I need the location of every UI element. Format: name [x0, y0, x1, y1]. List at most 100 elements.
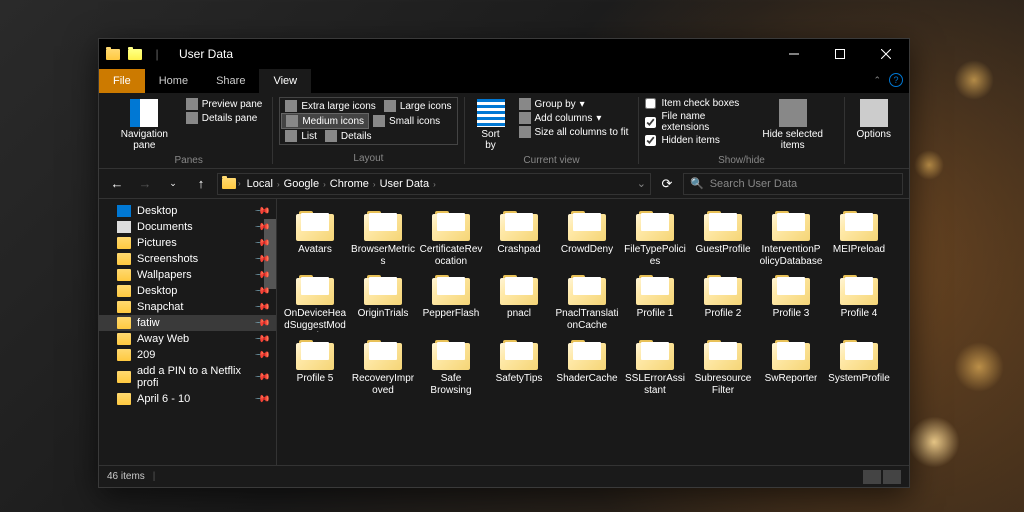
tab-file[interactable]: File — [99, 69, 145, 93]
showhide-group-label: Show/hide — [645, 153, 837, 166]
folder-item[interactable]: CrowdDeny — [553, 207, 621, 271]
group-by-button[interactable]: Group by ▾ — [515, 97, 633, 111]
tab-home[interactable]: Home — [145, 69, 202, 93]
folder-icon — [840, 340, 878, 370]
hide-selected-button[interactable]: Hide selected items — [748, 97, 838, 153]
sidebar-item[interactable]: add a PIN to a Netflix profi📌 — [99, 363, 276, 391]
folder-icon — [117, 237, 131, 249]
layout-md[interactable]: Medium icons — [281, 113, 369, 129]
layout-sm[interactable]: Small icons — [369, 113, 444, 129]
folder-item[interactable]: SSLErrorAssistant — [621, 336, 689, 400]
folder-item[interactable]: Safe Browsing — [417, 336, 485, 400]
layout-list[interactable]: List — [281, 129, 321, 143]
sidebar-item[interactable]: Documents📌 — [99, 219, 276, 235]
folder-item[interactable]: Subresource Filter — [689, 336, 757, 400]
desktop-icon — [117, 205, 131, 217]
breadcrumb[interactable]: Chrome — [326, 178, 373, 190]
item-checkboxes-toggle[interactable]: Item check boxes — [645, 97, 743, 110]
file-extensions-toggle[interactable]: File name extensions — [645, 110, 743, 134]
folder-item[interactable]: Profile 4 — [825, 271, 893, 336]
breadcrumb[interactable]: User Data — [376, 178, 434, 190]
refresh-button[interactable]: ⟳ — [655, 172, 679, 196]
sidebar-item-label: April 6 - 10 — [137, 393, 190, 405]
sidebar-item[interactable]: 209📌 — [99, 347, 276, 363]
view-details-icon[interactable] — [863, 470, 881, 484]
folder-item[interactable]: Profile 1 — [621, 271, 689, 336]
sort-by-button[interactable]: Sort by — [471, 97, 511, 153]
sidebar-item[interactable]: Wallpapers📌 — [99, 267, 276, 283]
folder-item[interactable]: SwReporter — [757, 336, 825, 400]
folder-item[interactable]: Profile 2 — [689, 271, 757, 336]
layout-xl[interactable]: Extra large icons — [281, 99, 379, 113]
sidebar-item[interactable]: Screenshots📌 — [99, 251, 276, 267]
folder-item[interactable]: FileTypePolicies — [621, 207, 689, 271]
minimize-button[interactable] — [771, 39, 817, 69]
folder-item[interactable]: Avatars — [281, 207, 349, 271]
pin-icon: 📌 — [253, 347, 270, 364]
folder-icon — [704, 211, 742, 241]
pin-icon: 📌 — [253, 391, 270, 408]
folder-item[interactable]: CertificateRevocation — [417, 207, 485, 271]
ribbon-tabs: File Home Share View ⌃ ? — [99, 69, 909, 93]
up-button[interactable]: ↑ — [189, 172, 213, 196]
address-field[interactable]: › Local›Google›Chrome›User Data› ⌄ — [217, 173, 651, 195]
folder-item[interactable]: BrowserMetrics — [349, 207, 417, 271]
sidebar-item[interactable]: Away Web📌 — [99, 331, 276, 347]
details-pane-button[interactable]: Details pane — [182, 111, 267, 125]
folder-icon — [500, 340, 538, 370]
breadcrumb[interactable]: Local — [243, 178, 277, 190]
options-button[interactable]: Options — [851, 97, 897, 142]
sidebar-item[interactable]: Desktop📌 — [99, 203, 276, 219]
close-button[interactable] — [863, 39, 909, 69]
tab-share[interactable]: Share — [202, 69, 259, 93]
address-dropdown-icon[interactable]: ⌄ — [637, 177, 646, 190]
qat-icon[interactable] — [127, 46, 143, 62]
chevron-right-icon[interactable]: › — [433, 180, 436, 189]
folder-icon — [432, 340, 470, 370]
sidebar-item[interactable]: Snapchat📌 — [99, 299, 276, 315]
folder-item[interactable]: MEIPreload — [825, 207, 893, 271]
folder-item[interactable]: Profile 3 — [757, 271, 825, 336]
sidebar-item[interactable]: fatiw📌 — [99, 315, 276, 331]
breadcrumb[interactable]: Google — [280, 178, 323, 190]
search-field[interactable]: 🔍 Search User Data — [683, 173, 903, 195]
folder-item[interactable]: OnDeviceHeadSuggestModel — [281, 271, 349, 336]
sidebar-item[interactable]: Desktop📌 — [99, 283, 276, 299]
folder-item[interactable]: pnacl — [485, 271, 553, 336]
folder-icon — [117, 393, 131, 405]
preview-pane-button[interactable]: Preview pane — [182, 97, 267, 111]
folder-item[interactable]: SafetyTips — [485, 336, 553, 400]
folder-item[interactable]: OriginTrials — [349, 271, 417, 336]
layout-details[interactable]: Details — [321, 129, 376, 143]
folder-item[interactable]: SystemProfile — [825, 336, 893, 400]
recent-button[interactable]: ⌄ — [161, 172, 185, 196]
collapse-ribbon-icon[interactable]: ⌃ — [873, 75, 881, 86]
folder-label: Profile 5 — [297, 373, 334, 385]
folder-item[interactable]: Profile 5 — [281, 336, 349, 400]
content-area[interactable]: AvatarsBrowserMetricsCertificateRevocati… — [277, 199, 909, 465]
view-icons-icon[interactable] — [883, 470, 901, 484]
folder-item[interactable]: GuestProfile — [689, 207, 757, 271]
folder-item[interactable]: PnaclTranslationCache — [553, 271, 621, 336]
folder-icon — [704, 340, 742, 370]
navigation-pane-button[interactable]: Navigation pane — [111, 97, 178, 153]
sidebar-item[interactable]: Pictures📌 — [99, 235, 276, 251]
folder-item[interactable]: RecoveryImproved — [349, 336, 417, 400]
back-button[interactable]: ← — [105, 172, 129, 196]
pin-icon: 📌 — [253, 203, 270, 220]
folder-item[interactable]: Crashpad — [485, 207, 553, 271]
folder-label: InterventionPolicyDatabase — [759, 244, 823, 267]
size-columns-button[interactable]: Size all columns to fit — [515, 125, 633, 139]
layout-lg[interactable]: Large icons — [380, 99, 456, 113]
maximize-button[interactable] — [817, 39, 863, 69]
help-icon[interactable]: ? — [889, 73, 903, 87]
folder-item[interactable]: PepperFlash — [417, 271, 485, 336]
folder-item[interactable]: ShaderCache — [553, 336, 621, 400]
sidebar-item[interactable]: April 6 - 10 📌 — [99, 391, 276, 407]
folder-label: OriginTrials — [358, 308, 409, 320]
hidden-items-toggle[interactable]: Hidden items — [645, 134, 743, 147]
add-columns-button[interactable]: Add columns ▾ — [515, 111, 633, 125]
tab-view[interactable]: View — [259, 69, 311, 93]
forward-button[interactable]: → — [133, 172, 157, 196]
folder-item[interactable]: InterventionPolicyDatabase — [757, 207, 825, 271]
